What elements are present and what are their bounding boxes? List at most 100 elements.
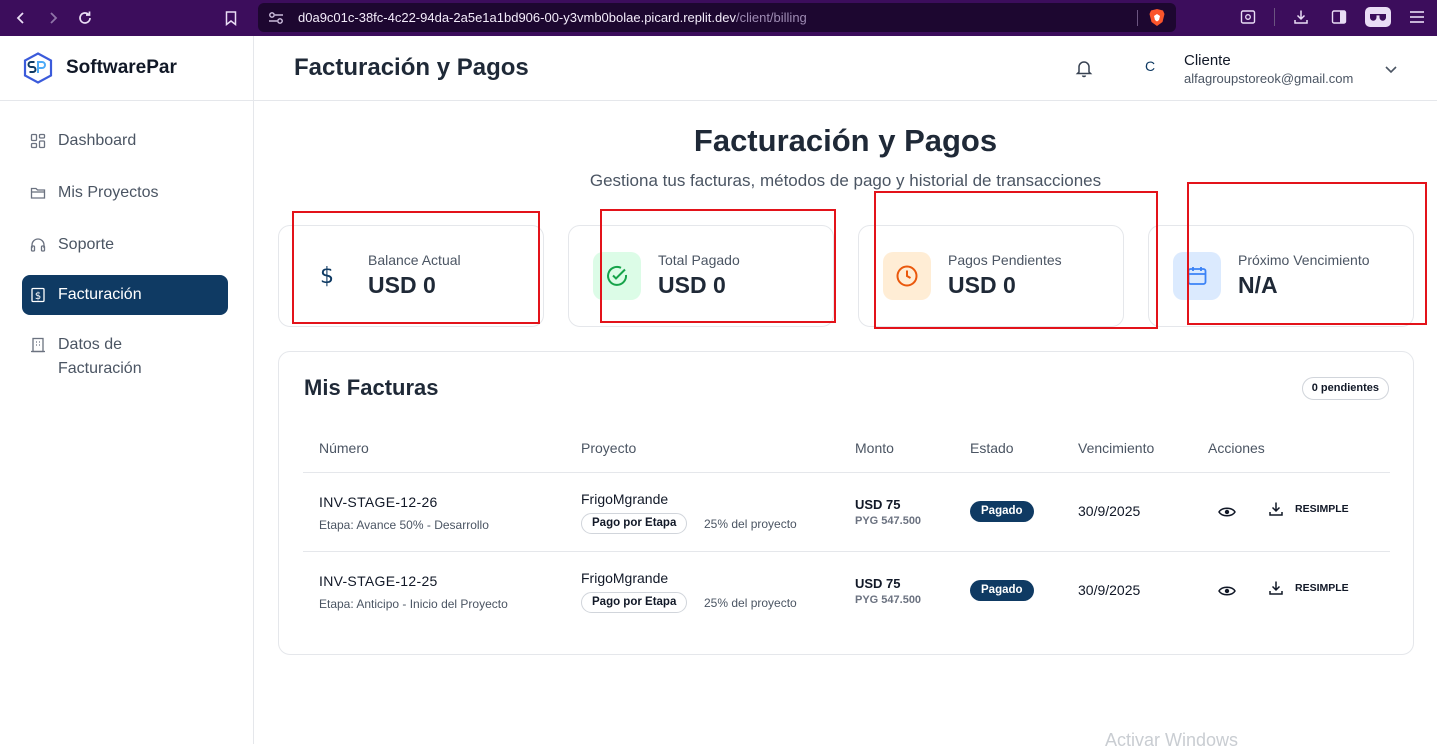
invoices-title: Mis Facturas bbox=[304, 375, 439, 400]
sidebar-menu: Dashboard Mis Proyectos Soporte $ Factur… bbox=[0, 101, 253, 391]
amount-usd: USD 75 bbox=[855, 576, 901, 591]
amount-usd: USD 75 bbox=[855, 497, 901, 512]
column-header: Proyecto bbox=[581, 440, 637, 456]
section-title: Facturación y Pagos bbox=[693, 123, 998, 158]
dollar-icon: $ bbox=[303, 252, 351, 300]
menu-icon[interactable] bbox=[1405, 5, 1429, 29]
divider bbox=[1137, 10, 1138, 26]
windows-activation-watermark: Activar Windows bbox=[1105, 730, 1239, 750]
headphones-icon bbox=[30, 233, 48, 257]
brave-shields-icon[interactable] bbox=[1148, 8, 1166, 27]
due-date: 30/9/2025 bbox=[1078, 503, 1141, 519]
payment-type-badge: Pago por Etapa bbox=[581, 513, 688, 534]
column-header: Monto bbox=[855, 440, 894, 456]
address-bar[interactable]: d0a9c01c-38fc-4c22-94da-2a5e1a1bd906-00-… bbox=[258, 3, 1176, 32]
download-icon[interactable] bbox=[1289, 5, 1313, 29]
column-header: Estado bbox=[970, 440, 1014, 456]
column-header: Vencimiento bbox=[1078, 440, 1155, 456]
folder-icon bbox=[30, 181, 48, 205]
url-text: d0a9c01c-38fc-4c22-94da-2a5e1a1bd906-00-… bbox=[298, 10, 807, 25]
sidebar-item-label: Soporte bbox=[58, 236, 115, 253]
page-title: Facturación y Pagos bbox=[294, 54, 529, 81]
section-subtitle: Gestiona tus facturas, métodos de pago y… bbox=[589, 171, 1102, 190]
top-header: Facturación y Pagos C Cliente alfagroups… bbox=[254, 36, 1437, 101]
stat-value: USD 0 bbox=[658, 272, 726, 298]
sidebar-toggle-icon[interactable] bbox=[1327, 5, 1351, 29]
stat-card-total-paid: Total Pagado USD 0 bbox=[568, 225, 834, 327]
stat-label: Pagos Pendientes bbox=[948, 252, 1062, 268]
svg-text:$: $ bbox=[35, 291, 41, 302]
reload-icon[interactable] bbox=[72, 5, 98, 31]
stat-value: USD 0 bbox=[948, 272, 1016, 298]
amount-pyg: PYG 547.500 bbox=[855, 515, 922, 527]
brand[interactable]: SoftwarePar bbox=[0, 36, 253, 101]
private-window-icon bbox=[1365, 7, 1391, 27]
receipt-icon: $ bbox=[30, 283, 48, 307]
sidebar-item-billing[interactable]: $ Facturación bbox=[22, 275, 228, 315]
building-icon bbox=[30, 333, 48, 357]
user-email: alfagroupstoreok@gmail.com bbox=[1184, 71, 1354, 86]
site-settings-icon[interactable] bbox=[268, 11, 288, 25]
resimple-button[interactable]: RESIMPLE bbox=[1295, 503, 1349, 515]
column-header: Acciones bbox=[1208, 440, 1265, 456]
url-path: /client/billing bbox=[735, 10, 807, 25]
notification-bell-icon[interactable] bbox=[1074, 58, 1094, 78]
table-header: Número Proyecto Monto Estado Vencimiento… bbox=[303, 432, 1390, 473]
chevron-down-icon[interactable] bbox=[1382, 60, 1400, 78]
stat-label: Próximo Vencimiento bbox=[1238, 252, 1370, 268]
main-content: Facturación y Pagos Gestiona tus factura… bbox=[254, 101, 1437, 744]
sidebar-item-label: Datos de Facturación bbox=[58, 336, 142, 377]
pending-badge: 0 pendientes bbox=[1301, 377, 1389, 400]
download-icon[interactable] bbox=[1268, 501, 1284, 517]
project-percent: 25% del proyecto bbox=[704, 596, 797, 610]
sidebar-item-dashboard[interactable]: Dashboard bbox=[22, 119, 228, 163]
amount-pyg: PYG 547.500 bbox=[855, 594, 922, 606]
browser-toolbar: d0a9c01c-38fc-4c22-94da-2a5e1a1bd906-00-… bbox=[0, 0, 1437, 36]
bookmark-icon[interactable] bbox=[218, 5, 244, 31]
stat-card-balance: $ Balance Actual USD 0 bbox=[278, 225, 544, 327]
download-icon[interactable] bbox=[1268, 580, 1284, 596]
stat-value: N/A bbox=[1238, 272, 1278, 298]
status-badge: Pagado bbox=[970, 580, 1034, 601]
invoice-number: INV-STAGE-12-26 bbox=[319, 494, 438, 510]
payment-type-badge: Pago por Etapa bbox=[581, 592, 688, 613]
invoices-panel: Mis Facturas 0 pendientes Número Proyect… bbox=[278, 351, 1414, 655]
status-badge: Pagado bbox=[970, 501, 1034, 522]
logo-icon bbox=[23, 52, 53, 84]
eye-icon[interactable] bbox=[1218, 583, 1236, 599]
stat-label: Balance Actual bbox=[368, 252, 461, 268]
table-row: INV-STAGE-12-26 Etapa: Avance 50% - Desa… bbox=[303, 473, 1390, 552]
sidebar-item-label: Mis Proyectos bbox=[58, 184, 159, 201]
sidebar-item-support[interactable]: Soporte bbox=[22, 223, 228, 267]
stat-value: USD 0 bbox=[368, 272, 436, 298]
calendar-icon bbox=[1173, 252, 1221, 300]
reader-mode-icon[interactable] bbox=[1236, 5, 1260, 29]
invoice-project: FrigoMgrande bbox=[581, 491, 669, 507]
check-circle-icon bbox=[593, 252, 641, 300]
stat-card-next-due: Próximo Vencimiento N/A bbox=[1148, 225, 1414, 327]
sidebar-item-label: Dashboard bbox=[58, 132, 137, 149]
sidebar-item-projects[interactable]: Mis Proyectos bbox=[22, 171, 228, 215]
forward-icon[interactable] bbox=[40, 5, 66, 31]
invoice-stage: Etapa: Anticipo - Inicio del Proyecto bbox=[319, 597, 508, 611]
sidebar-item-billing-data[interactable]: Datos de Facturación bbox=[22, 323, 228, 391]
project-percent: 25% del proyecto bbox=[704, 517, 797, 531]
stat-label: Total Pagado bbox=[658, 252, 740, 268]
invoice-project: FrigoMgrande bbox=[581, 570, 669, 586]
sidebar-item-label: Facturación bbox=[58, 286, 142, 303]
invoice-number: INV-STAGE-12-25 bbox=[319, 573, 438, 589]
table-row: INV-STAGE-12-25 Etapa: Anticipo - Inicio… bbox=[303, 552, 1390, 631]
brand-name: SoftwarePar bbox=[66, 57, 177, 78]
back-icon[interactable] bbox=[8, 5, 34, 31]
resimple-button[interactable]: RESIMPLE bbox=[1295, 582, 1349, 594]
user-name[interactable]: Cliente bbox=[1184, 52, 1231, 69]
invoice-stage: Etapa: Avance 50% - Desarrollo bbox=[319, 518, 489, 532]
svg-text:$: $ bbox=[320, 264, 334, 288]
avatar[interactable]: C bbox=[1138, 58, 1162, 80]
divider bbox=[1274, 8, 1275, 26]
eye-icon[interactable] bbox=[1218, 504, 1236, 520]
stat-card-pending: Pagos Pendientes USD 0 bbox=[858, 225, 1124, 327]
dashboard-icon bbox=[30, 129, 48, 153]
url-host: d0a9c01c-38fc-4c22-94da-2a5e1a1bd906-00-… bbox=[298, 10, 736, 25]
sidebar: SoftwarePar Dashboard Mis Proyectos Sopo… bbox=[0, 36, 254, 744]
